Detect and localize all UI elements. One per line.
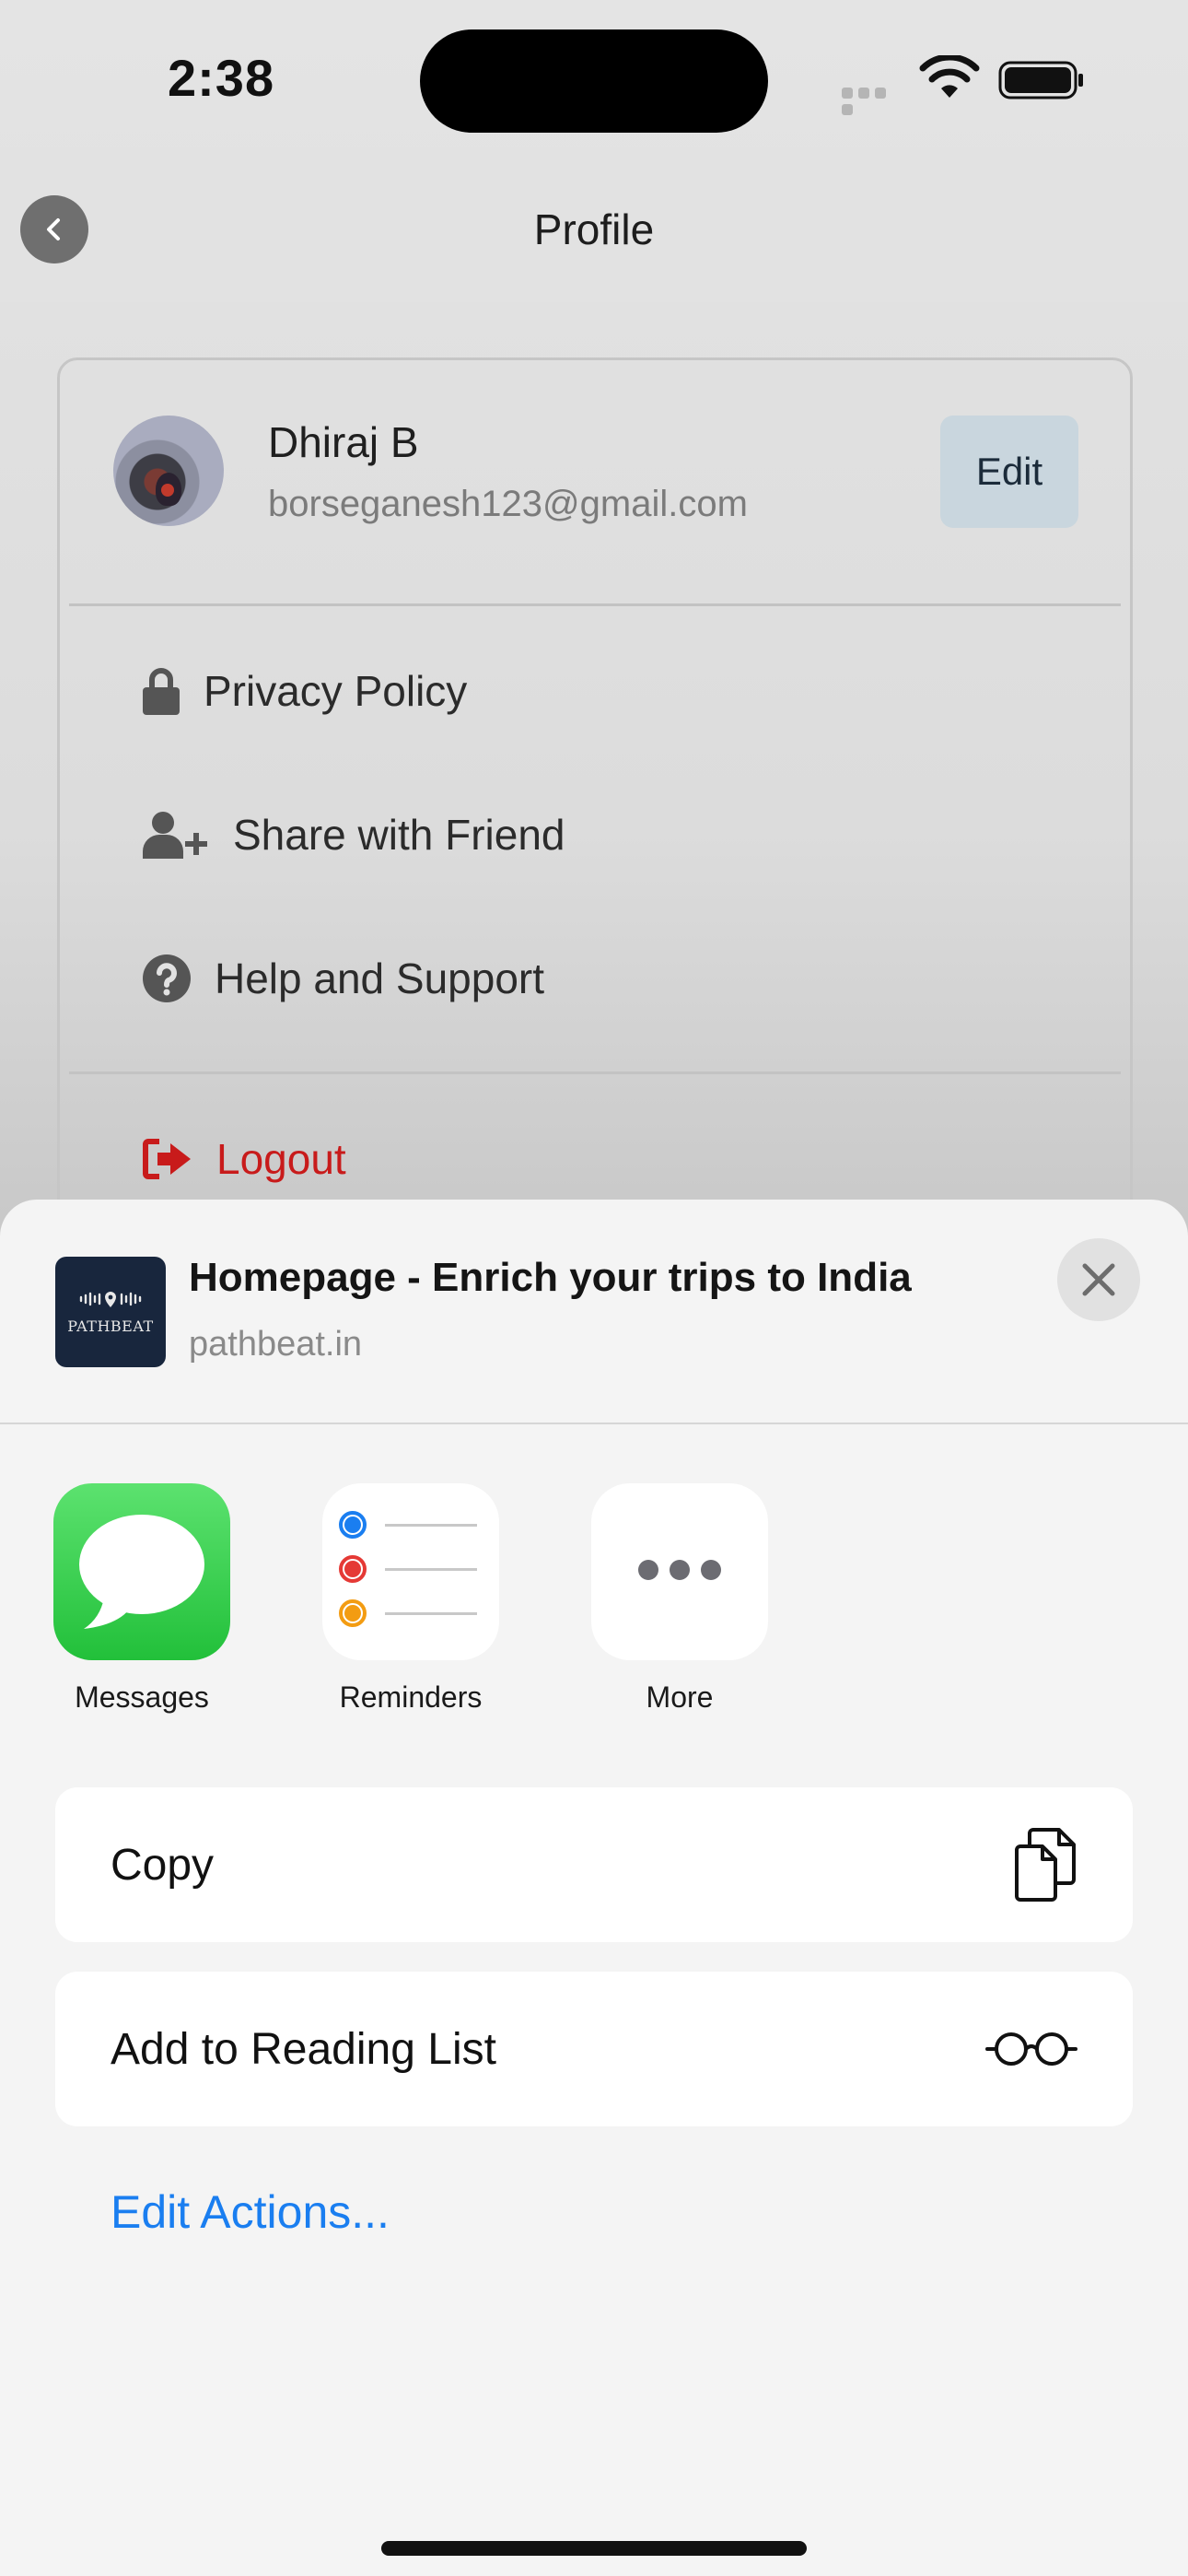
- pathbeat-logo-icon: [79, 1291, 142, 1307]
- user-email: borseganesh123@gmail.com: [268, 484, 748, 524]
- share-app-more[interactable]: [591, 1483, 768, 1660]
- action-label: Copy: [111, 1840, 215, 1890]
- divider: [0, 1423, 1188, 1424]
- user-name: Dhiraj B: [268, 418, 419, 466]
- share-sheet: PATHBEAT Homepage - Enrich your trips to…: [0, 1200, 1188, 2576]
- wifi-icon: [919, 55, 980, 98]
- divider: [69, 1071, 1121, 1074]
- divider: [69, 603, 1121, 606]
- profile-card: Dhiraj B borseganesh123@gmail.com Edit P…: [57, 357, 1133, 1279]
- menu-item-label: Help and Support: [215, 954, 545, 1002]
- menu-item-share-with-friend[interactable]: Share with Friend: [143, 810, 565, 860]
- messages-icon: [79, 1515, 204, 1629]
- link-preview-thumbnail: PATHBEAT: [55, 1257, 166, 1367]
- page-title: Profile: [533, 205, 655, 253]
- share-app-reminders[interactable]: [322, 1483, 499, 1660]
- share-app-messages[interactable]: [53, 1483, 230, 1660]
- avatar: [113, 416, 224, 526]
- edit-profile-button[interactable]: Edit: [940, 416, 1078, 528]
- link-preview-title: Homepage - Enrich your trips to India: [189, 1255, 912, 1300]
- status-bar: 2:38: [0, 0, 1188, 147]
- glasses-icon: [985, 2032, 1077, 2066]
- close-button[interactable]: [1057, 1238, 1140, 1321]
- more-icon: [633, 1559, 727, 1585]
- menu-item-label: Share with Friend: [233, 811, 565, 859]
- battery-icon: [998, 61, 1083, 100]
- share-app-label: Messages: [75, 1680, 209, 1714]
- lock-icon: [143, 668, 180, 715]
- status-time: 2:38: [168, 49, 275, 107]
- share-app-label: More: [646, 1680, 714, 1714]
- share-app-label: Reminders: [339, 1680, 483, 1714]
- action-label: Add to Reading List: [111, 2024, 496, 2074]
- logout-button[interactable]: Logout: [143, 1134, 346, 1184]
- add-user-icon: [143, 812, 207, 859]
- cellular-signal-icon: [842, 87, 906, 115]
- close-icon: [1082, 1263, 1115, 1296]
- logout-icon: [143, 1139, 191, 1179]
- add-to-reading-list-action[interactable]: Add to Reading List: [55, 1972, 1133, 2126]
- link-preview-url: pathbeat.in: [189, 1325, 363, 1364]
- menu-item-label: Privacy Policy: [204, 667, 468, 715]
- navigation-bar: Profile: [0, 147, 1188, 302]
- question-circle-icon: [143, 954, 191, 1002]
- edit-actions-link[interactable]: Edit Actions...: [111, 2185, 390, 2239]
- menu-item-help-support[interactable]: Help and Support: [143, 954, 544, 1003]
- copy-action[interactable]: Copy: [55, 1787, 1133, 1942]
- logout-label: Logout: [216, 1135, 346, 1183]
- home-indicator: [381, 2541, 807, 2556]
- thumbnail-text: PATHBEAT: [67, 1317, 154, 1335]
- copy-icon: [1015, 1828, 1076, 1902]
- dynamic-island: [420, 29, 768, 133]
- menu-item-privacy-policy[interactable]: Privacy Policy: [143, 666, 467, 716]
